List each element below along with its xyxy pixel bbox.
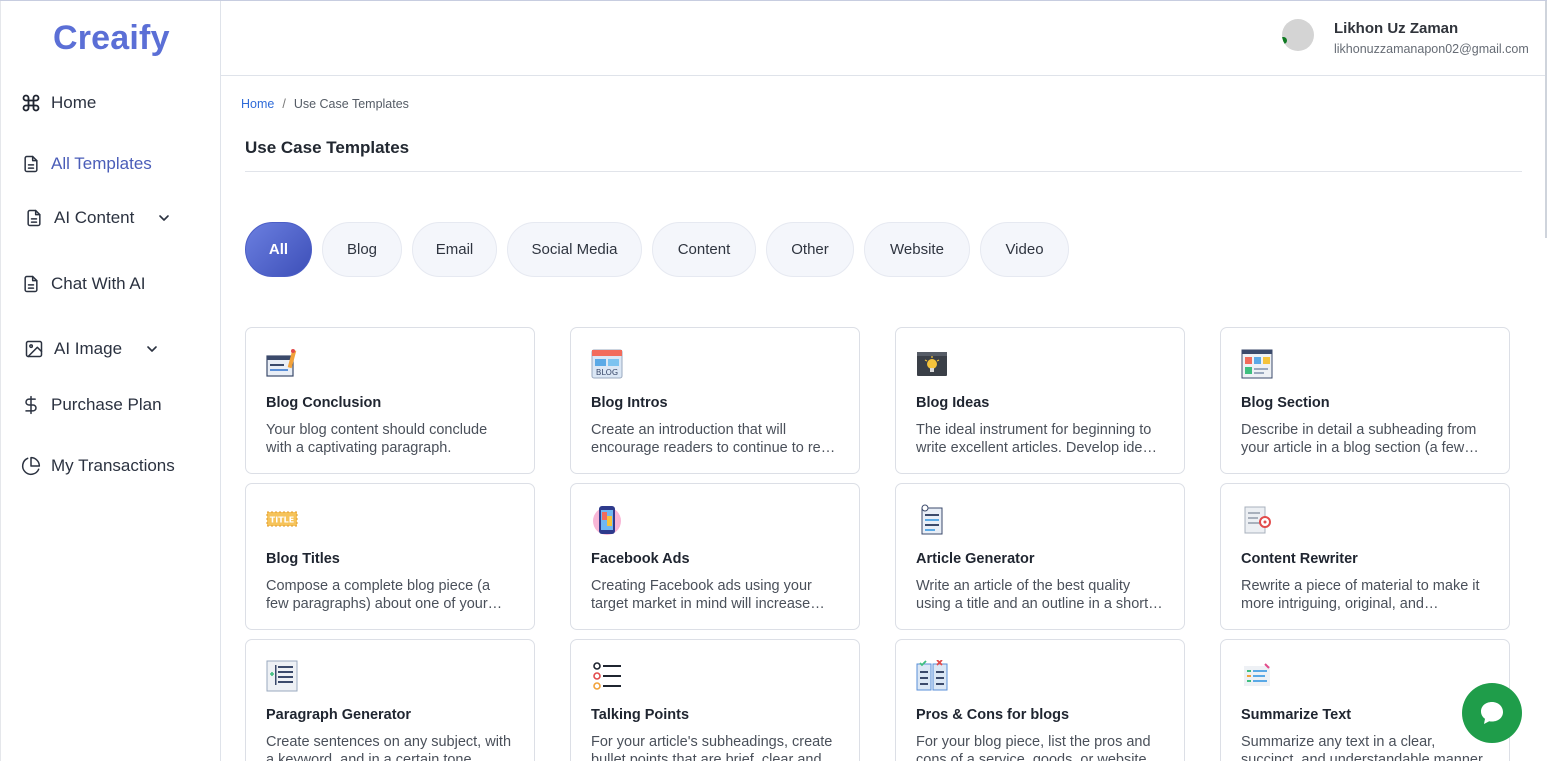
sidebar-item-label: Home: [51, 93, 97, 112]
card-title: Blog Conclusion: [266, 395, 382, 411]
sidebar-item-ai-image[interactable]: AI Image: [22, 337, 160, 361]
document-icon: [19, 152, 43, 176]
filter-chip-content[interactable]: Content: [652, 222, 756, 277]
card-title: Pros & Cons for blogs: [916, 707, 1070, 723]
template-card[interactable]: Pros & Cons for blogs For your blog piec…: [895, 639, 1185, 761]
card-title: Blog Section: [1241, 395, 1330, 411]
summarize-text-icon: [1244, 663, 1270, 686]
user-email: likhonuzzamanapon02@gmail.com: [1334, 42, 1529, 56]
avatar[interactable]: [1282, 19, 1314, 51]
card-title: Content Rewriter: [1241, 551, 1358, 567]
card-description: Your blog content should conclude with a…: [266, 422, 488, 456]
card-title: Blog Intros: [591, 395, 668, 411]
card-description: Summarize any text in a clear, succinct,…: [1241, 734, 1487, 761]
filter-chip-video[interactable]: Video: [980, 222, 1069, 277]
template-card[interactable]: Talking Points For your article's subhea…: [570, 639, 860, 761]
card-title: Facebook Ads: [591, 551, 690, 567]
online-status-dot: [1282, 37, 1287, 44]
top-header: [221, 1, 1547, 76]
article-generator-icon: [921, 504, 943, 535]
image-icon: [22, 337, 46, 361]
sidebar-item-label: AI Image: [54, 339, 123, 358]
template-card[interactable]: Blog Ideas The ideal instrument for begi…: [895, 327, 1185, 474]
sidebar-item-my-transactions[interactable]: My Transactions: [19, 454, 175, 478]
chevron-down-icon[interactable]: [156, 210, 172, 226]
svg-text:TITLE: TITLE: [270, 516, 294, 525]
template-card[interactable]: BLOG Blog Intros Create an introduction …: [570, 327, 860, 474]
card-title: Paragraph Generator: [266, 707, 412, 723]
card-description: For your blog piece, list the pros and c…: [916, 734, 1151, 761]
sidebar-item-label: All Templates: [51, 154, 152, 173]
app-root: Creaify Home All Templates AI Content Ch…: [0, 0, 1547, 761]
command-icon: [19, 91, 43, 115]
filter-chip-social-media[interactable]: Social Media: [507, 222, 642, 277]
facebook-ads-icon: [593, 506, 621, 535]
pros-cons-icon: [916, 659, 948, 691]
sidebar-item-label: AI Content: [54, 208, 135, 227]
pie-chart-icon: [19, 454, 43, 478]
brand-logo[interactable]: Creaify: [53, 19, 170, 58]
sidebar-item-purchase-plan[interactable]: Purchase Plan: [19, 393, 162, 417]
template-card[interactable]: Content Rewriter Rewrite a piece of mate…: [1220, 483, 1510, 630]
breadcrumb: Home / Use Case Templates: [241, 97, 409, 111]
svg-text:BLOG: BLOG: [596, 368, 618, 377]
category-filters: All Blog Email Social Media Content Othe…: [245, 222, 1069, 277]
divider: [245, 171, 1522, 172]
sidebar-item-label: Purchase Plan: [51, 395, 162, 414]
filter-chip-other[interactable]: Other: [766, 222, 854, 277]
card-description: Write an article of the best quality usi…: [916, 578, 1149, 612]
blog-intros-icon: BLOG: [591, 349, 623, 379]
template-card[interactable]: Article Generator Write an article of th…: [895, 483, 1185, 630]
card-description: Describe in detail a subheading from you…: [1241, 422, 1477, 456]
paragraph-generator-icon: [266, 660, 298, 692]
document-icon: [22, 206, 46, 230]
card-description: Compose a complete blog piece (a few par…: [266, 578, 491, 612]
card-description: Create an introduction that will encoura…: [591, 422, 837, 456]
sidebar-item-home[interactable]: Home: [19, 91, 96, 115]
breadcrumb-home-link[interactable]: Home: [241, 97, 274, 111]
blog-conclusion-icon: [266, 349, 297, 377]
breadcrumb-separator: /: [282, 97, 286, 111]
document-icon: [19, 272, 43, 296]
page-title: Use Case Templates: [245, 138, 410, 157]
sidebar-item-chat-with-ai[interactable]: Chat With AI: [19, 272, 145, 296]
blog-ideas-icon: [917, 352, 947, 376]
sidebar-item-all-templates[interactable]: All Templates: [19, 152, 152, 176]
chevron-down-icon[interactable]: [144, 341, 160, 357]
template-card[interactable]: Paragraph Generator Create sentences on …: [245, 639, 535, 761]
card-title: Blog Ideas: [916, 395, 990, 411]
sidebar-item-ai-content[interactable]: AI Content: [22, 206, 172, 230]
template-grid: Blog Conclusion Your blog content should…: [245, 327, 1510, 761]
card-title: Article Generator: [916, 551, 1035, 567]
template-card[interactable]: Blog Conclusion Your blog content should…: [245, 327, 535, 474]
filter-chip-all[interactable]: All: [245, 222, 312, 277]
blog-section-icon: [1241, 349, 1273, 379]
card-title: Talking Points: [591, 707, 690, 723]
sidebar: Creaify Home All Templates AI Content Ch…: [0, 1, 221, 761]
card-description: For your article's subheadings, create b…: [591, 734, 833, 761]
card-title: Blog Titles: [266, 551, 340, 567]
talking-points-icon: [593, 662, 621, 690]
card-description: Create sentences on any subject, with a …: [266, 734, 512, 761]
sidebar-item-label: My Transactions: [51, 456, 175, 475]
chat-support-button[interactable]: [1462, 683, 1522, 743]
dollar-icon: [19, 393, 43, 417]
template-card[interactable]: TITLE Blog Titles Compose a complete blo…: [245, 483, 535, 630]
blog-titles-icon: TITLE: [266, 511, 298, 527]
sidebar-item-label: Chat With AI: [51, 274, 146, 293]
card-description: Creating Facebook ads using your target …: [591, 578, 812, 612]
content-rewriter-icon: [1244, 506, 1271, 534]
breadcrumb-current: Use Case Templates: [293, 97, 409, 111]
template-card[interactable]: Facebook Ads Creating Facebook ads using…: [570, 483, 860, 630]
filter-chip-website[interactable]: Website: [864, 222, 970, 277]
chat-bubble-icon: [1481, 702, 1503, 724]
card-description: The ideal instrument for beginning to wr…: [916, 422, 1158, 456]
card-description: Rewrite a piece of material to make it m…: [1241, 578, 1480, 612]
filter-chip-email[interactable]: Email: [412, 222, 497, 277]
template-card[interactable]: Blog Section Describe in detail a subhea…: [1220, 327, 1510, 474]
filter-chip-blog[interactable]: Blog: [322, 222, 402, 277]
card-title: Summarize Text: [1241, 707, 1352, 723]
user-name: Likhon Uz Zaman: [1334, 20, 1459, 37]
